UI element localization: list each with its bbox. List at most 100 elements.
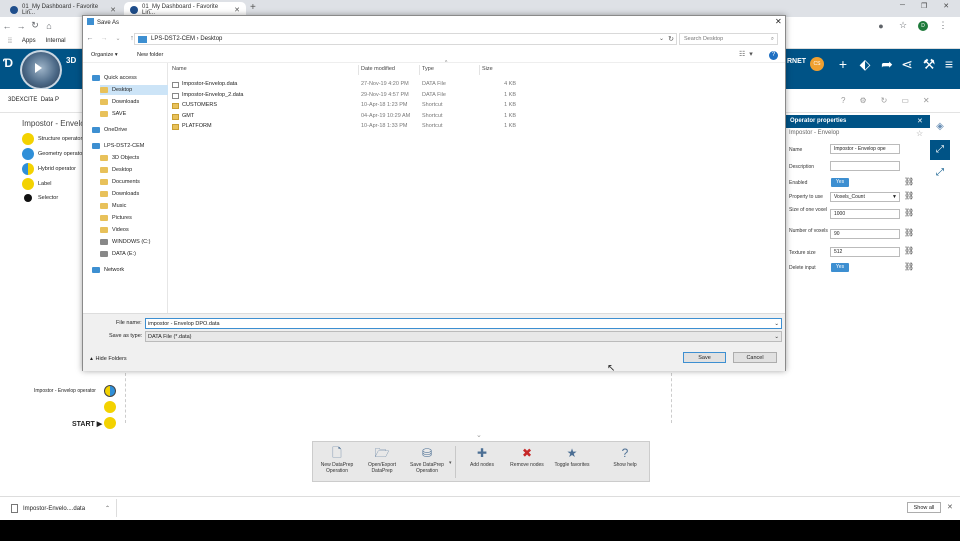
- menu-icon[interactable]: ⋮: [936, 20, 950, 31]
- tree-item[interactable]: 3D Objects: [100, 153, 139, 163]
- link-icon[interactable]: ⛓: [904, 177, 914, 186]
- close-icon[interactable]: ✕: [923, 96, 930, 105]
- column-header-type[interactable]: Type: [422, 66, 434, 72]
- dialog-close-icon[interactable]: ✕: [775, 17, 782, 26]
- cancel-button[interactable]: Cancel: [733, 352, 777, 363]
- start-node[interactable]: [104, 417, 116, 429]
- home-icon[interactable]: ⌂: [42, 21, 56, 31]
- tools-icon[interactable]: ⚒: [920, 56, 938, 73]
- close-window-icon[interactable]: ✕: [943, 2, 949, 10]
- collapse-toolbar-icon[interactable]: ⌄: [476, 431, 482, 439]
- save-type-select[interactable]: DATA File (*.data) ⌄: [145, 331, 782, 342]
- back-icon[interactable]: ←: [83, 35, 97, 42]
- tree-item[interactable]: Pictures: [100, 213, 132, 223]
- enabled-toggle[interactable]: Yes: [831, 178, 849, 187]
- graph-node[interactable]: [104, 401, 116, 413]
- refresh-icon[interactable]: ↻: [881, 96, 888, 105]
- column-header-name[interactable]: Name: [172, 66, 187, 72]
- profile-avatar[interactable]: D: [918, 20, 928, 31]
- tree-item[interactable]: Quick access: [92, 73, 137, 83]
- file-row[interactable]: Impostor-Envelop.data 27-Nov-19 4:20 PM DA…: [171, 80, 526, 90]
- path-breadcrumb[interactable]: LPS-DST2-CEM › Desktop ⌄ ↻: [134, 33, 677, 45]
- breadcrumb-computer[interactable]: LPS-DST2-CEM: [151, 36, 195, 42]
- organize-button[interactable]: Organize ▾: [91, 52, 118, 58]
- dropdown-icon[interactable]: ⌄: [774, 319, 779, 329]
- view-dropdown-icon[interactable]: ▾: [749, 50, 753, 58]
- recent-dropdown-icon[interactable]: ⌄: [111, 35, 125, 42]
- unlink-icon[interactable]: ⛓: [904, 228, 914, 237]
- forward-icon[interactable]: →: [97, 35, 111, 42]
- tree-item[interactable]: LPS-DST2-CEM: [92, 141, 144, 151]
- hide-folders-toggle[interactable]: ▲ Hide Folders: [89, 356, 127, 362]
- share-icon[interactable]: ➦: [878, 56, 896, 73]
- reload-icon[interactable]: ↻: [28, 20, 42, 31]
- tree-item[interactable]: OneDrive: [92, 125, 127, 135]
- back-icon[interactable]: ←: [0, 21, 14, 31]
- tree-item[interactable]: Music: [100, 201, 126, 211]
- apps-grid-icon[interactable]: ⁞⁞: [8, 38, 12, 45]
- help-button[interactable]: ? Show help: [604, 444, 646, 468]
- add-nodes-button[interactable]: ✚ Add nodes: [461, 444, 503, 468]
- file-row[interactable]: GMT 04-Apr-19 10:29 AM Shortcut 1 KB: [171, 112, 526, 122]
- help-icon[interactable]: ?: [841, 96, 845, 105]
- path-dropdown-icon[interactable]: ⌄: [659, 34, 664, 45]
- link-tool-icon[interactable]: ⤢: [930, 163, 950, 183]
- toggle-favorites-button[interactable]: ★ Toggle favorites: [551, 444, 593, 468]
- close-icon[interactable]: ✕: [947, 503, 953, 511]
- texture-size-field[interactable]: 512: [830, 247, 900, 257]
- link-icon[interactable]: ⛓: [904, 262, 914, 271]
- property-select[interactable]: Voxels_Count ▼: [830, 192, 900, 202]
- voxel-count-field[interactable]: 90: [830, 229, 900, 239]
- tree-item[interactable]: Downloads: [100, 189, 139, 199]
- favorite-star-icon[interactable]: ☆: [916, 129, 923, 138]
- tree-item[interactable]: Videos: [100, 225, 129, 235]
- close-icon[interactable]: ✕: [234, 6, 240, 14]
- refresh-icon[interactable]: ↻: [668, 34, 674, 45]
- tree-item[interactable]: SAVE: [100, 109, 126, 119]
- tree-item[interactable]: WINDOWS (C:): [100, 237, 151, 247]
- apps-icon[interactable]: ≡: [940, 56, 958, 72]
- voxel-size-field[interactable]: 1000: [830, 209, 900, 219]
- star-icon[interactable]: ☆: [896, 20, 910, 31]
- tree-item[interactable]: DATA (E:): [100, 249, 136, 259]
- save-button[interactable]: Save: [683, 352, 726, 363]
- save-operation-button[interactable]: ⛁ Save DataPrep Operation: [406, 444, 448, 474]
- view-options-icon[interactable]: ☷: [739, 50, 745, 58]
- new-tab-icon[interactable]: +: [250, 2, 256, 13]
- operator-tool-icon[interactable]: ⤢: [930, 140, 950, 160]
- unlink-icon[interactable]: ⛓: [904, 246, 914, 255]
- forward-icon[interactable]: →: [14, 21, 28, 31]
- breadcrumb-desktop[interactable]: Desktop: [200, 36, 222, 42]
- user-avatar[interactable]: CS: [810, 57, 824, 71]
- restore-icon[interactable]: ❐: [921, 2, 927, 10]
- file-row[interactable]: CUSTOMERS 10-Apr-18 1:23 PM Shortcut 1 KB: [171, 101, 526, 111]
- open-export-button[interactable]: 🗁 Open/Export DataPrep: [361, 444, 403, 474]
- download-menu-icon[interactable]: ⌃: [105, 505, 110, 512]
- settings-icon[interactable]: ⚙: [859, 96, 866, 105]
- network-share-icon[interactable]: ⋖: [898, 56, 916, 73]
- minimize-icon[interactable]: ─: [900, 2, 905, 10]
- delete-input-toggle[interactable]: Yes: [831, 263, 849, 272]
- frame-icon[interactable]: ▭: [901, 96, 909, 105]
- file-row[interactable]: PLATFORM 10-Apr-18 1:33 PM Shortcut 1 KB: [171, 122, 526, 132]
- close-icon[interactable]: ✕: [110, 6, 116, 14]
- dropdown-icon[interactable]: ⌄: [774, 332, 779, 342]
- link-icon[interactable]: ⛓: [904, 208, 914, 217]
- file-row[interactable]: Impostor-Envelop_2.data 29-Nov-19 4:57 PM…: [171, 91, 526, 101]
- tree-item[interactable]: Desktop: [100, 85, 168, 95]
- save-options-dropdown-icon[interactable]: ▾: [449, 460, 452, 466]
- bookmark-apps[interactable]: Apps: [22, 38, 36, 44]
- close-panel-icon[interactable]: ✕: [917, 117, 923, 125]
- user-name[interactable]: RNET: [787, 58, 806, 65]
- search-box[interactable]: Search Desktop ⌕: [679, 33, 778, 45]
- tree-item[interactable]: Desktop: [100, 165, 132, 175]
- new-operation-button[interactable]: 🗋 New DataPrep Operation: [316, 444, 358, 474]
- operator-node[interactable]: [104, 385, 116, 397]
- name-field[interactable]: Impostor - Envelop ope: [830, 144, 900, 154]
- remove-nodes-button[interactable]: ✖ Remove nodes: [506, 444, 548, 468]
- extension-icon[interactable]: ●: [874, 21, 888, 31]
- tree-item[interactable]: Downloads: [100, 97, 139, 107]
- dialog-help-icon[interactable]: ?: [769, 51, 778, 60]
- new-folder-button[interactable]: New folder: [137, 52, 163, 58]
- tag-icon[interactable]: ⬖: [856, 56, 874, 73]
